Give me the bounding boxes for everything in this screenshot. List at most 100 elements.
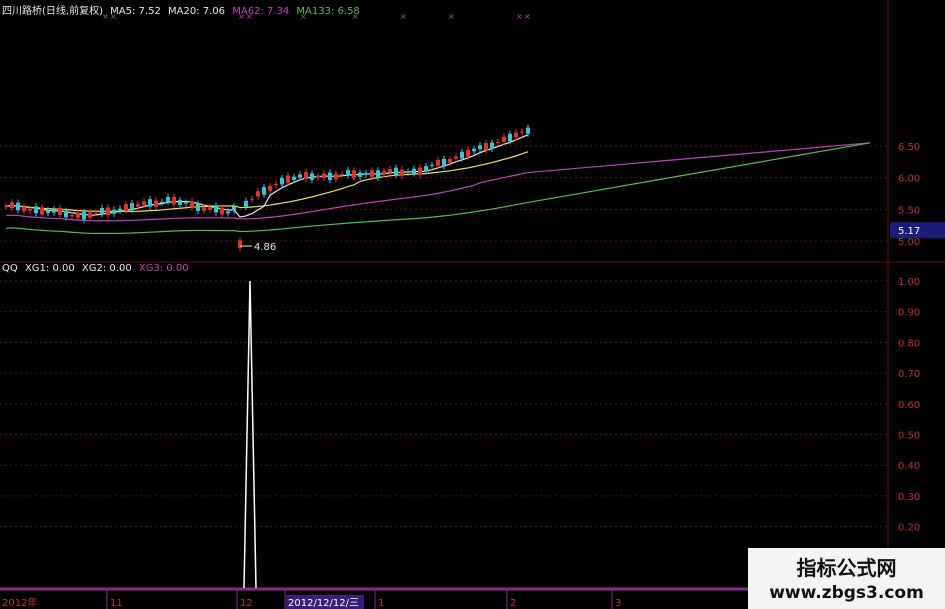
candle-body bbox=[382, 171, 386, 174]
candle-body bbox=[190, 201, 194, 208]
candle-body bbox=[238, 240, 242, 248]
candle-body bbox=[394, 167, 398, 175]
candle-body bbox=[274, 183, 278, 186]
candle-body bbox=[328, 172, 332, 181]
indicator-name: QQ bbox=[2, 263, 18, 274]
candle-body bbox=[436, 159, 440, 166]
ma133-label: MA133: 6.58 bbox=[296, 6, 360, 17]
price-tick-label: 5.00 bbox=[898, 237, 920, 248]
candle-body bbox=[484, 143, 488, 151]
candle-body bbox=[178, 199, 182, 205]
candle-body bbox=[298, 174, 302, 178]
ma5-label: MA5: 7.52 bbox=[110, 6, 161, 17]
ma20-label: MA20: 7.06 bbox=[168, 6, 226, 17]
price-tick-label: 6.00 bbox=[898, 174, 920, 185]
candle-body bbox=[310, 173, 314, 180]
candle-body bbox=[502, 136, 506, 142]
candle-body bbox=[406, 171, 410, 173]
candle-body bbox=[412, 168, 416, 174]
watermark: 指标公式网 www.zbgs3.com bbox=[748, 548, 945, 609]
x-tick-label: 2012年 bbox=[2, 596, 37, 609]
candle-body bbox=[52, 209, 56, 213]
candle-body bbox=[400, 169, 404, 176]
candle-body bbox=[112, 209, 116, 214]
signal-marker: × bbox=[516, 12, 523, 21]
candle-body bbox=[280, 178, 284, 185]
candle-body bbox=[184, 202, 188, 204]
candle-body bbox=[4, 206, 8, 208]
stock-title: 四川路桥(日线,前复权) bbox=[2, 6, 103, 17]
candle-body bbox=[220, 207, 224, 215]
x-tick-label: 2 bbox=[510, 598, 516, 609]
price-tick-label: 6.50 bbox=[898, 142, 920, 153]
indicator-tick-label: 0.50 bbox=[898, 431, 920, 442]
indicator-tick-label: 1.00 bbox=[898, 277, 920, 288]
candle-body bbox=[124, 203, 128, 211]
candle-body bbox=[364, 172, 368, 175]
candle-body bbox=[106, 207, 110, 216]
sub-header: QQ XG1: 0.00 XG2: 0.00 XG3: 0.00 bbox=[2, 263, 189, 274]
candle-body bbox=[334, 173, 338, 180]
candle-body bbox=[94, 212, 98, 214]
candle-body bbox=[76, 212, 80, 218]
x-tick-label: 12 bbox=[240, 598, 253, 609]
xg2-label: XG2: 0.00 bbox=[81, 263, 132, 274]
candle-body bbox=[430, 164, 434, 166]
candle-body bbox=[352, 170, 356, 178]
indicator-tick-label: 0.80 bbox=[898, 338, 920, 349]
candle-body bbox=[202, 207, 206, 211]
candle-body bbox=[10, 202, 14, 209]
candle-body bbox=[316, 175, 320, 178]
stock-chart: 6.50 6.00 5.50 5.005.17 4.86 1.00 0.90 0.80 0.70… bbox=[0, 0, 945, 609]
watermark-title: 指标公式网 bbox=[796, 556, 897, 580]
candle-body bbox=[88, 212, 92, 218]
candle-body bbox=[268, 186, 272, 191]
watermark-url: www.zbgs3.com bbox=[769, 583, 924, 603]
xg1-label: XG1: 0.00 bbox=[24, 263, 75, 274]
candle-body bbox=[232, 206, 236, 211]
candle-body bbox=[490, 142, 494, 149]
candle-body bbox=[136, 204, 140, 207]
candle-body bbox=[226, 211, 230, 214]
candle-body bbox=[160, 201, 164, 203]
ma5-line bbox=[5, 134, 529, 218]
candle-body bbox=[424, 166, 428, 172]
candle-body bbox=[130, 203, 134, 211]
candle-body bbox=[70, 215, 74, 217]
ma62-label: MA62: 7.34 bbox=[232, 6, 290, 17]
candle-body bbox=[292, 176, 296, 180]
candle-body bbox=[448, 158, 452, 163]
candle-body bbox=[22, 206, 26, 212]
candle-body bbox=[118, 208, 122, 211]
candle-body bbox=[196, 203, 200, 211]
candle-body bbox=[58, 207, 62, 216]
candle-body bbox=[172, 196, 176, 205]
candle-body bbox=[34, 206, 38, 214]
candle-body bbox=[100, 207, 104, 214]
candle-body bbox=[520, 131, 524, 133]
candle-body bbox=[508, 133, 512, 142]
signal-marker: × bbox=[524, 12, 531, 21]
candle-body bbox=[262, 187, 266, 195]
candle-body bbox=[142, 201, 146, 206]
candle-body bbox=[40, 207, 44, 215]
indicator-tick-label: 0.70 bbox=[898, 369, 920, 380]
candle-body bbox=[286, 175, 290, 183]
candle-body bbox=[166, 196, 170, 202]
candle-body bbox=[358, 172, 362, 177]
candle-body bbox=[64, 210, 68, 218]
x-tick-label: 3 bbox=[615, 598, 621, 609]
candle-body bbox=[526, 127, 530, 134]
candle-body bbox=[472, 148, 476, 152]
candle-body bbox=[460, 151, 464, 159]
candle-body bbox=[388, 169, 392, 173]
indicator-tick-label: 0.40 bbox=[898, 461, 920, 472]
signal-marker: × bbox=[448, 12, 455, 21]
main-header: 四川路桥(日线,前复权) MA5: 7.52 MA20: 7.06 MA62: … bbox=[2, 2, 360, 17]
candle-body bbox=[148, 199, 152, 207]
candle-body bbox=[466, 149, 470, 157]
candle-body bbox=[370, 170, 374, 177]
current-price-label: 5.17 bbox=[898, 226, 920, 237]
x-tick-label: 11 bbox=[110, 598, 123, 609]
candle-body bbox=[496, 141, 500, 143]
